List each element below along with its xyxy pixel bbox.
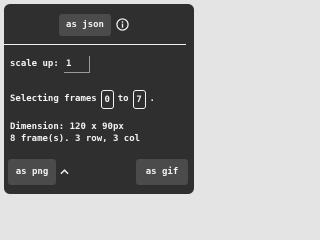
end-frame-input[interactable]: 7 (132, 89, 146, 109)
chevron-up-icon[interactable] (60, 169, 69, 175)
frames-suffix-text: . (149, 94, 155, 104)
frame-selection-row: Selecting frames 0 to 7 . (10, 89, 155, 109)
export-png-button[interactable]: as png (8, 159, 56, 185)
dimension-text: Dimension: 120 x 90px (10, 122, 124, 132)
start-frame-input[interactable]: 0 (100, 89, 114, 109)
frames-to-text: to (117, 94, 129, 104)
scale-input[interactable]: 1 (64, 56, 90, 73)
export-json-button[interactable]: as json (59, 14, 111, 36)
export-panel: as json scale up: 1 Selecting frames 0 t… (4, 4, 194, 194)
export-gif-button[interactable]: as gif (136, 159, 188, 185)
frame-count-text: 8 frame(s). 3 row, 3 col (10, 134, 141, 144)
scale-label: scale up: (10, 59, 59, 69)
info-circle-icon[interactable] (116, 18, 129, 31)
divider (4, 44, 186, 45)
frames-prefix-text: Selecting frames (10, 94, 97, 104)
